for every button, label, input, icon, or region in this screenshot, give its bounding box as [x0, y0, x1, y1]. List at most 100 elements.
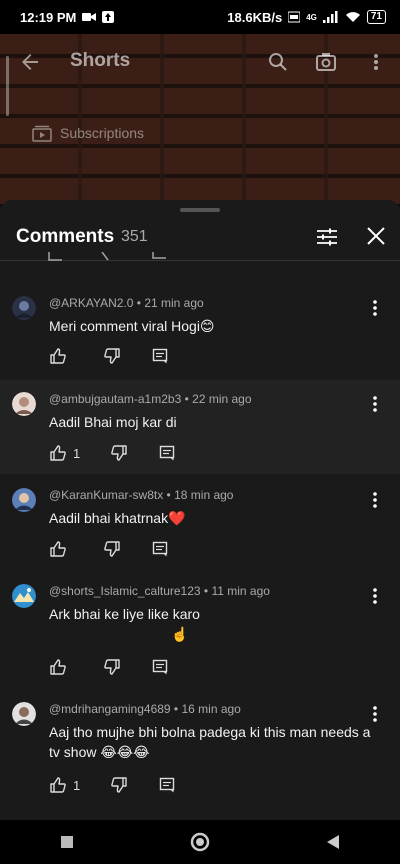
- subscriptions-label: Subscriptions: [60, 125, 145, 141]
- comment-meta: @ambujgautam-a1m2b3 • 22 min ago: [49, 392, 252, 406]
- avatar[interactable]: [12, 392, 36, 416]
- subscriptions-icon: [32, 125, 52, 142]
- upload-icon: [102, 11, 115, 23]
- status-left: 12:19 PM: [20, 9, 115, 25]
- avatar[interactable]: [12, 296, 36, 320]
- more-vert-icon[interactable]: [366, 704, 384, 724]
- comment-time: 18 min ago: [174, 488, 234, 502]
- like-button[interactable]: [49, 540, 73, 558]
- comment-text: Meri comment viral Hogi😊: [49, 318, 215, 334]
- comment-text-emoji: ☝️: [171, 626, 189, 642]
- comment-time: 21 min ago: [144, 296, 204, 310]
- comment-time: 11 min ago: [211, 584, 270, 598]
- comment-item[interactable]: @ambujgautam-a1m2b3 • 22 min ago Aadil B…: [0, 380, 400, 474]
- dislike-button[interactable]: [103, 347, 121, 365]
- comment-meta: @shorts_Islamic_calture123 • 11 min ago: [49, 584, 270, 598]
- comment-actions: [49, 540, 199, 558]
- comments-count: 351: [121, 228, 148, 245]
- comment-item[interactable]: @shorts_Islamic_calture123 • 11 min ago …: [0, 572, 400, 688]
- comment-text: Aadil Bhai moj kar di: [49, 414, 177, 430]
- home-button[interactable]: [180, 822, 220, 862]
- comment-time: 16 min ago: [181, 702, 241, 716]
- dislike-button[interactable]: [110, 444, 128, 462]
- search-icon[interactable]: [266, 50, 290, 74]
- reply-button[interactable]: [151, 658, 169, 676]
- close-icon[interactable]: [364, 224, 388, 248]
- reply-button[interactable]: [151, 347, 169, 365]
- comment-actions: [49, 347, 199, 365]
- reply-icon[interactable]: [152, 252, 168, 262]
- reply-icon: [152, 348, 168, 364]
- comment-actions: 1: [49, 444, 206, 462]
- dislike-button[interactable]: [103, 540, 121, 558]
- comment-meta: @mdrihangaming4689 • 16 min ago: [49, 702, 241, 716]
- thumb-down-icon: [111, 445, 127, 461]
- wifi-icon: [345, 12, 360, 22]
- reply-button[interactable]: [158, 444, 176, 462]
- comments-sheet: Comments 351 @ARKAYAN2.0 • 21 min ago Me…: [0, 200, 400, 820]
- volte-icon: [288, 11, 301, 23]
- thumb-up-icon[interactable]: [48, 252, 64, 262]
- status-right: 18.6KB/s 4G 71: [227, 10, 386, 25]
- nav-square-icon: [60, 836, 73, 848]
- thumb-up-icon: [50, 659, 66, 675]
- avatar[interactable]: [12, 488, 36, 512]
- comment-author[interactable]: @mdrihangaming4689: [49, 702, 171, 716]
- reply-button[interactable]: [158, 776, 176, 794]
- comment-text-line: Ark bhai ke liye like karo: [49, 606, 200, 622]
- like-count: 1: [73, 777, 81, 793]
- nav-back-triangle-icon: [327, 835, 340, 849]
- more-vert-icon[interactable]: [366, 586, 384, 606]
- more-vert-icon[interactable]: [366, 394, 384, 414]
- comment-item[interactable]: @KaranKumar-sw8tx • 18 min ago Aadil bha…: [0, 476, 400, 570]
- reply-icon: [152, 659, 168, 675]
- dislike-button[interactable]: [103, 658, 121, 676]
- reply-icon: [160, 777, 175, 793]
- more-vert-icon[interactable]: [366, 50, 386, 74]
- thumb-down-icon: [111, 777, 127, 793]
- filter-icon[interactable]: [314, 224, 340, 250]
- comment-author[interactable]: @shorts_Islamic_calture123: [49, 584, 201, 598]
- more-vert-icon[interactable]: [366, 298, 384, 318]
- battery-indicator: 71: [366, 10, 386, 24]
- comment-meta: @KaranKumar-sw8tx • 18 min ago: [49, 488, 234, 502]
- comment-item[interactable]: @ARKAYAN2.0 • 21 min ago Meri comment vi…: [0, 284, 400, 376]
- thumb-down-icon: [104, 659, 120, 675]
- subscriptions-link[interactable]: Subscriptions: [32, 124, 144, 142]
- drag-handle[interactable]: [180, 208, 220, 212]
- nav-circle-icon: [190, 832, 210, 852]
- status-bar: 12:19 PM 18.6KB/s 4G 71: [0, 0, 400, 34]
- comment-text: Aaj tho mujhe bhi bolna padega ki this m…: [49, 724, 371, 760]
- video-recording-icon: [82, 13, 97, 21]
- comment-meta: @ARKAYAN2.0 • 21 min ago: [49, 296, 204, 310]
- comment-item[interactable]: @mdrihangaming4689 • 16 min ago Aaj tho …: [0, 690, 400, 810]
- thumb-up-icon: [50, 445, 66, 461]
- shorts-top-bar: Shorts: [0, 44, 400, 80]
- reply-button[interactable]: [151, 540, 169, 558]
- camera-icon[interactable]: [314, 50, 338, 74]
- thumb-up-icon: [50, 348, 66, 364]
- recents-button[interactable]: [47, 822, 87, 862]
- dislike-button[interactable]: [110, 776, 128, 794]
- like-button[interactable]: [49, 347, 73, 365]
- network-type: 4G: [306, 12, 317, 22]
- avatar[interactable]: [12, 584, 36, 608]
- comment-author[interactable]: @KaranKumar-sw8tx: [49, 488, 163, 502]
- system-nav-bar: [0, 820, 400, 864]
- more-vert-icon[interactable]: [366, 490, 384, 510]
- like-button[interactable]: 1: [49, 444, 80, 462]
- thumb-down-icon[interactable]: [100, 252, 116, 262]
- thumb-down-icon: [104, 348, 120, 364]
- thumb-up-icon: [50, 541, 66, 557]
- back-icon[interactable]: [18, 50, 42, 74]
- status-time: 12:19 PM: [20, 9, 77, 25]
- back-button[interactable]: [313, 822, 353, 862]
- like-button[interactable]: [49, 658, 73, 676]
- comment-author[interactable]: @ambujgautam-a1m2b3: [49, 392, 181, 406]
- comment-actions: [49, 658, 199, 676]
- comment-author[interactable]: @ARKAYAN2.0: [49, 296, 133, 310]
- reply-icon: [160, 445, 175, 461]
- avatar[interactable]: [12, 702, 36, 726]
- like-button[interactable]: 1: [49, 776, 80, 794]
- comments-title: Comments: [16, 226, 115, 247]
